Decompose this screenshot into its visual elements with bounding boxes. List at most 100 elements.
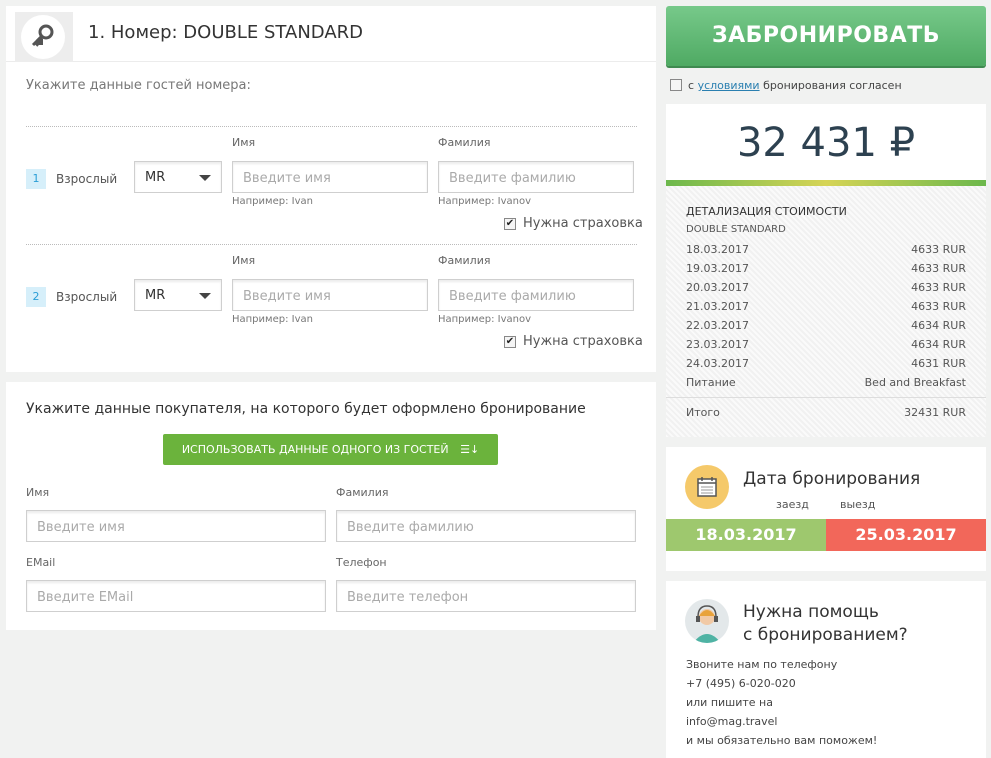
first-name-label: Имя xyxy=(232,136,256,149)
agree-suffix: бронирования согласен xyxy=(763,79,902,92)
price-row: 23.03.2017 4634 RUR xyxy=(686,338,966,351)
agree-text: с условиями бронирования согласен xyxy=(688,79,902,92)
first-name-label: Имя xyxy=(232,254,256,267)
last-name-example: Например: Ivanov xyxy=(438,196,531,207)
guest-number-badge: 1 xyxy=(26,169,46,189)
guest-last-name-input[interactable]: Введите фамилию xyxy=(438,161,634,193)
placeholder: Введите имя xyxy=(243,289,331,304)
details-title: ДЕТАЛИЗАЦИЯ СТОИМОСТИ xyxy=(686,205,847,218)
room-icon-box xyxy=(15,12,73,62)
guest-type-label: Взрослый xyxy=(56,172,118,186)
help-title-line: Нужна помощь xyxy=(743,602,879,622)
insurance-checkbox[interactable]: ✔ xyxy=(504,218,516,230)
dates-title: Дата бронирования xyxy=(743,469,921,489)
guest-title-value: MR xyxy=(145,288,166,303)
guest-number-badge: 2 xyxy=(26,287,46,307)
help-text: или пишите на xyxy=(686,696,773,709)
price-row: 19.03.2017 4633 RUR xyxy=(686,262,966,275)
price-row-date: 22.03.2017 xyxy=(686,319,749,332)
placeholder: Введите фамилию xyxy=(449,171,576,186)
insurance-checkbox[interactable]: ✔ xyxy=(504,336,516,348)
book-button[interactable]: ЗАБРОНИРОВАТЬ xyxy=(666,6,986,66)
price-panel: 32 431 ₽ ДЕТАЛИЗАЦИЯ СТОИМОСТИ DOUBLE ST… xyxy=(666,104,986,437)
divider xyxy=(26,126,637,127)
total-label: Итого xyxy=(686,406,720,419)
placeholder: Введите имя xyxy=(243,171,331,186)
help-phone[interactable]: +7 (495) 6-020-020 xyxy=(686,677,796,690)
meal-row: Питание Bed and Breakfast xyxy=(686,376,966,389)
buyer-phone-input[interactable]: Введите телефон xyxy=(336,580,636,612)
price-row-date: 18.03.2017 xyxy=(686,243,749,256)
calendar-icon xyxy=(685,465,729,509)
guest-title-value: MR xyxy=(145,170,166,185)
room-guests-panel: 1. Номер: DOUBLE STANDARD Укажите данные… xyxy=(6,6,656,372)
price-row-date: 24.03.2017 xyxy=(686,357,749,370)
price-row: 24.03.2017 4631 RUR xyxy=(686,357,966,370)
details-room-name: DOUBLE STANDARD xyxy=(686,224,786,235)
insurance-label: Нужна страховка xyxy=(523,216,643,231)
insurance-label: Нужна страховка xyxy=(523,334,643,349)
guest-first-name-input[interactable]: Введите имя xyxy=(232,161,428,193)
placeholder: Введите фамилию xyxy=(347,520,474,535)
keys-icon xyxy=(21,15,65,59)
guest-last-name-input[interactable]: Введите фамилию xyxy=(438,279,634,311)
meal-label: Питание xyxy=(686,376,736,389)
buyer-panel: Укажите данные покупателя, на которого б… xyxy=(6,382,656,630)
price-row-amount: 4633 RUR xyxy=(911,281,966,294)
help-email[interactable]: info@mag.travel xyxy=(686,715,777,728)
last-name-example: Например: Ivanov xyxy=(438,314,531,325)
agree-checkbox[interactable] xyxy=(670,79,682,91)
buyer-first-name-input[interactable]: Введите имя xyxy=(26,510,326,542)
buyer-first-name-label: Имя xyxy=(26,486,50,499)
buyer-last-name-label: Фамилия xyxy=(336,486,389,499)
guest-first-name-input[interactable]: Введите имя xyxy=(232,279,428,311)
price-row-date: 19.03.2017 xyxy=(686,262,749,275)
price-row-amount: 4634 RUR xyxy=(911,319,966,332)
buyer-email-label: EMail xyxy=(26,556,56,569)
help-panel: Нужна помощь с бронированием? Звоните на… xyxy=(666,581,986,758)
total-value: 32431 RUR xyxy=(904,406,966,419)
price-row-amount: 4633 RUR xyxy=(911,243,966,256)
first-name-example: Например: Ivan xyxy=(232,314,313,325)
guests-hint: Укажите данные гостей номера: xyxy=(26,78,251,93)
guest-type-label: Взрослый xyxy=(56,290,118,304)
divider xyxy=(666,397,986,398)
terms-link[interactable]: условиями xyxy=(698,79,760,92)
chevron-down-icon xyxy=(199,175,211,181)
guest-title-select[interactable]: MR xyxy=(134,161,222,193)
placeholder: Введите EMail xyxy=(37,590,134,605)
price-row: 20.03.2017 4633 RUR xyxy=(686,281,966,294)
price-total: 32 431 ₽ xyxy=(736,120,916,166)
checkout-label: выезд xyxy=(840,498,876,511)
price-row-date: 23.03.2017 xyxy=(686,338,749,351)
placeholder: Введите имя xyxy=(37,520,125,535)
last-name-label: Фамилия xyxy=(438,136,491,149)
first-name-example: Например: Ivan xyxy=(232,196,313,207)
help-text: и мы обязательно вам поможем! xyxy=(686,734,878,747)
checkin-label: заезд xyxy=(776,498,809,511)
last-name-label: Фамилия xyxy=(438,254,491,267)
help-title: Нужна помощь с бронированием? xyxy=(743,601,908,647)
help-text: Звоните нам по телефону xyxy=(686,658,838,671)
use-guest-data-button[interactable]: ИСПОЛЬЗОВАТЬ ДАННЫЕ ОДНОГО ИЗ ГОСТЕЙ ☰↓ xyxy=(163,434,498,465)
buyer-last-name-input[interactable]: Введите фамилию xyxy=(336,510,636,542)
buyer-phone-label: Телефон xyxy=(336,556,387,569)
divider xyxy=(26,244,637,245)
buyer-email-input[interactable]: Введите EMail xyxy=(26,580,326,612)
price-row: 18.03.2017 4633 RUR xyxy=(686,243,966,256)
price-row: 21.03.2017 4633 RUR xyxy=(686,300,966,313)
price-row: 22.03.2017 4634 RUR xyxy=(686,319,966,332)
meal-value: Bed and Breakfast xyxy=(864,376,966,389)
room-title: 1. Номер: DOUBLE STANDARD xyxy=(88,22,364,43)
price-row-amount: 4634 RUR xyxy=(911,338,966,351)
chevron-down-icon xyxy=(199,293,211,299)
buyer-title: Укажите данные покупателя, на которого б… xyxy=(26,401,586,417)
support-operator-icon xyxy=(685,599,729,643)
price-row-date: 20.03.2017 xyxy=(686,281,749,294)
placeholder: Введите телефон xyxy=(347,590,469,605)
price-row-amount: 4631 RUR xyxy=(911,357,966,370)
use-guest-data-label: ИСПОЛЬЗОВАТЬ ДАННЫЕ ОДНОГО ИЗ ГОСТЕЙ xyxy=(181,443,449,456)
booking-dates-panel: Дата бронирования заезд выезд 18.03.2017… xyxy=(666,447,986,571)
checkout-date: 25.03.2017 xyxy=(826,519,986,551)
guest-title-select[interactable]: MR xyxy=(134,279,222,311)
